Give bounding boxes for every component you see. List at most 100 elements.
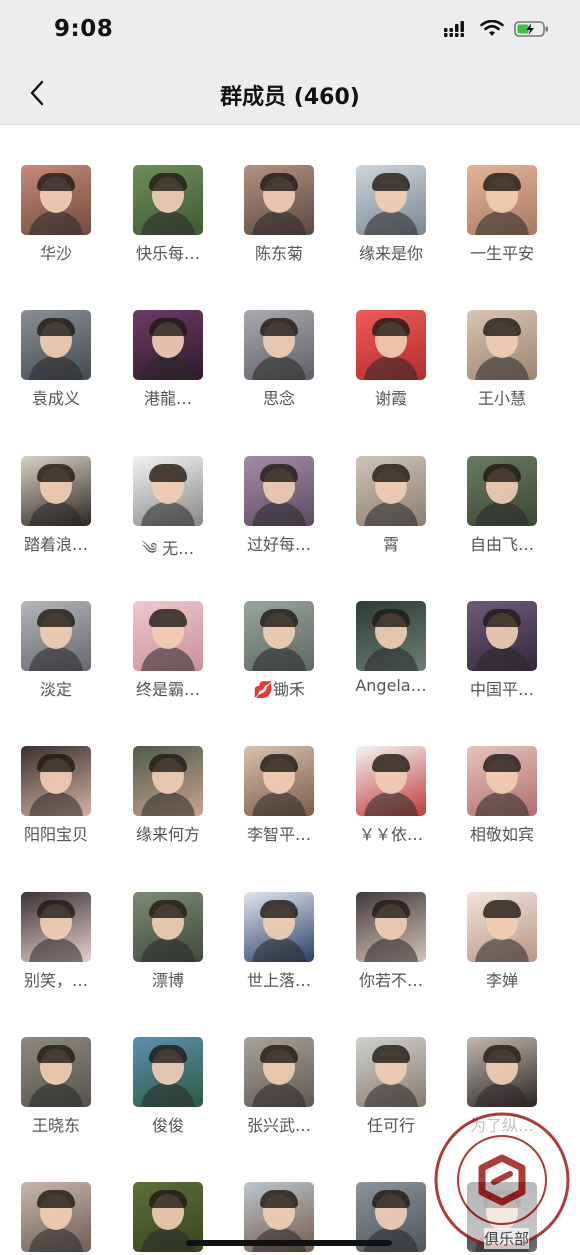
member-avatar[interactable] (467, 746, 537, 817)
member-name: 淡定 (39, 679, 72, 699)
member-avatar[interactable] (356, 891, 426, 962)
member-name: 李智平… (246, 825, 311, 845)
wifi-icon (480, 20, 504, 36)
member-avatar[interactable] (21, 310, 91, 381)
member-item[interactable]: 漂博 (112, 852, 224, 990)
avatar-hair (37, 899, 75, 918)
member-avatar[interactable] (133, 310, 203, 381)
member-item[interactable] (112, 1142, 224, 1255)
avatar-body (475, 792, 529, 817)
member-item[interactable]: 霄 (335, 416, 447, 554)
member-item[interactable]: 阳阳宝贝 (0, 706, 112, 844)
avatar-body (141, 356, 195, 381)
member-avatar[interactable] (133, 891, 203, 962)
member-item[interactable]: 终是霸… (112, 561, 224, 699)
member-item[interactable]: 你若不… (335, 852, 447, 990)
avatar-hair (149, 463, 187, 482)
member-avatar[interactable] (21, 1036, 91, 1107)
member-item[interactable]: 踏着浪… (0, 416, 112, 554)
avatar-body (252, 792, 306, 817)
member-avatar[interactable] (356, 455, 426, 526)
member-avatar[interactable] (244, 455, 314, 526)
member-item[interactable]: 淡定 (0, 561, 112, 699)
member-avatar[interactable] (356, 746, 426, 817)
member-avatar[interactable] (467, 1036, 537, 1107)
member-item[interactable]: ༄ 无… (112, 416, 224, 558)
member-item[interactable]: 缘来何方 (112, 706, 224, 844)
member-item[interactable]: 快乐每… (112, 125, 224, 263)
member-item[interactable]: 世上落… (223, 852, 335, 990)
member-avatar[interactable] (133, 746, 203, 817)
member-avatar[interactable] (244, 1036, 314, 1107)
member-item[interactable]: 自由飞… (446, 416, 558, 554)
member-avatar[interactable] (133, 455, 203, 526)
member-avatar[interactable] (356, 310, 426, 381)
member-item[interactable]: 李智平… (223, 706, 335, 844)
member-avatar[interactable] (467, 455, 537, 526)
member-avatar[interactable] (244, 746, 314, 817)
member-avatar[interactable] (467, 600, 537, 671)
member-item[interactable]: ￥￥依… (335, 706, 447, 844)
member-item[interactable]: 中国平… (446, 561, 558, 699)
member-avatar[interactable] (244, 310, 314, 381)
avatar-body (252, 937, 306, 962)
member-avatar[interactable] (133, 600, 203, 671)
avatar-body (141, 937, 195, 962)
member-avatar[interactable] (21, 1182, 91, 1253)
member-item[interactable]: 袁成义 (0, 270, 112, 408)
member-item[interactable]: Angela… (335, 561, 447, 695)
member-avatar[interactable] (244, 600, 314, 671)
member-item[interactable]: 💋锄禾 (223, 561, 335, 699)
member-item[interactable]: 张兴武… (223, 997, 335, 1135)
member-avatar[interactable] (21, 891, 91, 962)
member-avatar[interactable] (467, 165, 537, 235)
member-item[interactable]: 李婵 (446, 852, 558, 990)
member-item[interactable] (223, 1142, 335, 1255)
member-avatar[interactable] (21, 600, 91, 671)
avatar-body (252, 1082, 306, 1107)
member-name: 李婵 (485, 970, 518, 990)
member-item[interactable]: 陈东菊 (223, 125, 335, 263)
member-avatar[interactable] (356, 1036, 426, 1107)
member-item[interactable]: 华沙 (0, 125, 112, 263)
member-item[interactable]: 过好每… (223, 416, 335, 554)
avatar-body (475, 937, 529, 962)
member-avatar[interactable] (133, 165, 203, 235)
avatar-body (475, 501, 529, 526)
member-item[interactable]: 思念 (223, 270, 335, 408)
avatar-body (141, 1082, 195, 1107)
avatar-body (29, 937, 83, 962)
member-avatar[interactable] (244, 891, 314, 962)
member-name: 俊俊 (151, 1115, 184, 1135)
member-item[interactable]: 一生平安 (446, 125, 558, 263)
member-item[interactable]: 相敬如宾 (446, 706, 558, 844)
avatar-body (252, 356, 306, 381)
member-item[interactable] (0, 1142, 112, 1255)
member-item[interactable]: 俊俊 (112, 997, 224, 1135)
member-item[interactable]: 别笑，… (0, 852, 112, 990)
member-item[interactable]: 王小慧 (446, 270, 558, 408)
avatar-body (364, 646, 418, 671)
member-avatar[interactable] (21, 165, 91, 235)
member-name: Angela… (355, 675, 427, 695)
member-avatar[interactable] (467, 891, 537, 962)
member-item[interactable]: 为了纵… (446, 997, 558, 1135)
member-avatar[interactable] (244, 165, 314, 235)
member-item[interactable]: 王晓东 (0, 997, 112, 1135)
avatar-hair (483, 463, 521, 482)
avatar-hair (37, 173, 75, 191)
member-avatar[interactable] (21, 455, 91, 526)
member-avatar[interactable] (133, 1036, 203, 1107)
member-avatar[interactable] (21, 746, 91, 817)
member-item[interactable]: 谢霞 (335, 270, 447, 408)
member-avatar[interactable] (356, 600, 426, 671)
member-avatar[interactable] (467, 310, 537, 381)
member-name: 霄 (382, 534, 399, 554)
member-item[interactable]: 港龍… (112, 270, 224, 408)
avatar-hair (37, 1044, 75, 1063)
member-avatar[interactable] (356, 165, 426, 235)
member-name: 漂博 (151, 970, 184, 990)
member-item[interactable]: 缘来是你 (335, 125, 447, 263)
member-item[interactable] (335, 1142, 447, 1255)
member-item[interactable]: 任可行 (335, 997, 447, 1135)
